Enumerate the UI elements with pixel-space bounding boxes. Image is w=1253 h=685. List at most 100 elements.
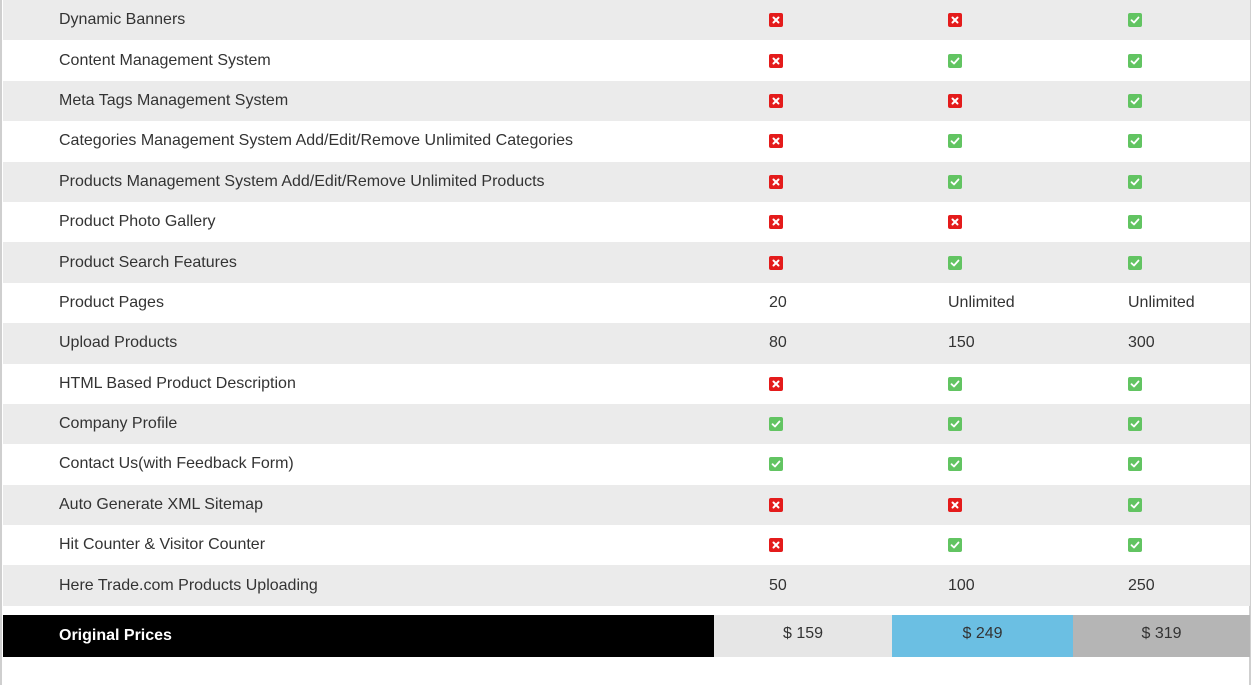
check-icon <box>948 53 962 68</box>
feature-status-cell <box>1128 121 1142 161</box>
feature-status-cell <box>1128 202 1142 242</box>
feature-status-cell <box>1128 40 1142 80</box>
table-row: Categories Management System Add/Edit/Re… <box>3 121 1250 162</box>
feature-status-cell <box>948 40 962 80</box>
check-icon <box>1128 174 1142 189</box>
check-icon <box>1128 538 1142 553</box>
feature-value-cell: 250 <box>1128 576 1155 594</box>
feature-status-cell <box>1128 404 1142 444</box>
feature-label: Auto Generate XML Sitemap <box>59 495 263 513</box>
feature-label: Hit Counter & Visitor Counter <box>59 536 266 554</box>
feature-status-cell <box>769 242 783 282</box>
check-icon <box>1128 376 1142 391</box>
cross-icon <box>769 13 783 28</box>
table-row: Dynamic Banners <box>3 0 1250 41</box>
check-icon <box>769 457 783 472</box>
feature-status-cell <box>948 364 962 404</box>
check-icon <box>1128 457 1142 472</box>
feature-status-cell <box>769 40 783 80</box>
check-icon <box>1128 215 1142 230</box>
feature-status-cell <box>948 0 962 40</box>
cross-icon <box>948 93 962 108</box>
table-row: Content Management System <box>3 40 1250 81</box>
check-icon <box>1128 53 1142 68</box>
feature-label: Company Profile <box>59 415 178 433</box>
feature-status-cell <box>948 121 962 161</box>
feature-status-cell <box>1128 364 1142 404</box>
feature-status-cell <box>948 444 962 484</box>
check-icon <box>1128 417 1142 432</box>
feature-status-cell <box>948 404 962 444</box>
feature-status-cell <box>769 162 783 202</box>
cross-icon <box>769 93 783 108</box>
feature-label: Upload Products <box>59 334 178 352</box>
feature-comparison-table: Dynamic Banners Content Management System… <box>3 0 1250 606</box>
feature-status-cell <box>1128 525 1142 565</box>
feature-label: Categories Management System Add/Edit/Re… <box>59 132 574 150</box>
check-icon <box>769 417 783 432</box>
table-row: Auto Generate XML Sitemap <box>3 484 1250 526</box>
price-standard: $ 249 <box>892 615 1073 657</box>
feature-status-cell <box>769 81 783 121</box>
feature-label: HTML Based Product Description <box>59 374 296 392</box>
check-icon <box>948 134 962 149</box>
check-icon <box>948 538 962 553</box>
table-row: Hit Counter & Visitor Counter <box>3 525 1250 566</box>
table-row: Upload Products 80 150 300 <box>3 323 1250 364</box>
check-icon <box>1128 93 1142 108</box>
feature-label: Product Pages <box>59 293 164 311</box>
price-premium: $ 319 <box>1073 615 1250 657</box>
table-row: Company Profile <box>3 403 1250 445</box>
feature-value-cell: 150 <box>948 334 975 352</box>
cross-icon <box>948 497 962 512</box>
feature-value-cell: 20 <box>769 293 787 311</box>
cross-icon <box>769 376 783 391</box>
check-icon <box>1128 255 1142 270</box>
check-icon <box>1128 13 1142 28</box>
feature-label: Product Photo Gallery <box>59 213 216 231</box>
original-prices-label: Original Prices <box>3 615 714 657</box>
feature-label: Product Search Features <box>59 253 237 271</box>
cross-icon <box>769 53 783 68</box>
feature-label: Dynamic Banners <box>59 11 186 29</box>
feature-status-cell <box>1128 485 1142 525</box>
feature-status-cell <box>948 81 962 121</box>
table-row: Contact Us(with Feedback Form) <box>3 444 1250 485</box>
feature-value-cell: 50 <box>769 576 787 594</box>
feature-status-cell <box>1128 242 1142 282</box>
cross-icon <box>769 134 783 149</box>
check-icon <box>948 457 962 472</box>
original-prices-row: Original Prices $ 159 $ 249 $ 319 <box>3 615 1250 657</box>
feature-label: Contact Us(with Feedback Form) <box>59 455 294 473</box>
table-row: Meta Tags Management System <box>3 80 1250 122</box>
feature-status-cell <box>948 525 962 565</box>
table-row: Products Management System Add/Edit/Remo… <box>3 161 1250 202</box>
feature-label: Content Management System <box>59 51 271 69</box>
feature-status-cell <box>769 485 783 525</box>
feature-label: Here Trade.com Products Uploading <box>59 576 318 594</box>
table-row: Product Pages 20 Unlimited Unlimited <box>3 282 1250 324</box>
feature-value-cell: Unlimited <box>948 293 1015 311</box>
feature-status-cell <box>1128 444 1142 484</box>
feature-status-cell <box>769 364 783 404</box>
feature-status-cell <box>1128 0 1142 40</box>
feature-status-cell <box>1128 81 1142 121</box>
feature-status-cell <box>948 242 962 282</box>
cross-icon <box>769 538 783 553</box>
feature-status-cell <box>769 121 783 161</box>
feature-status-cell <box>948 162 962 202</box>
feature-status-cell <box>948 485 962 525</box>
feature-value-cell: 300 <box>1128 334 1155 352</box>
feature-value-cell: Unlimited <box>1128 293 1195 311</box>
cross-icon <box>769 174 783 189</box>
feature-value-cell: 80 <box>769 334 787 352</box>
feature-status-cell <box>769 0 783 40</box>
table-row: Product Photo Gallery <box>3 201 1250 243</box>
check-icon <box>948 255 962 270</box>
check-icon <box>948 174 962 189</box>
feature-label: Meta Tags Management System <box>59 91 289 109</box>
check-icon <box>1128 134 1142 149</box>
cross-icon <box>769 497 783 512</box>
price-basic: $ 159 <box>714 615 892 657</box>
cross-icon <box>948 215 962 230</box>
